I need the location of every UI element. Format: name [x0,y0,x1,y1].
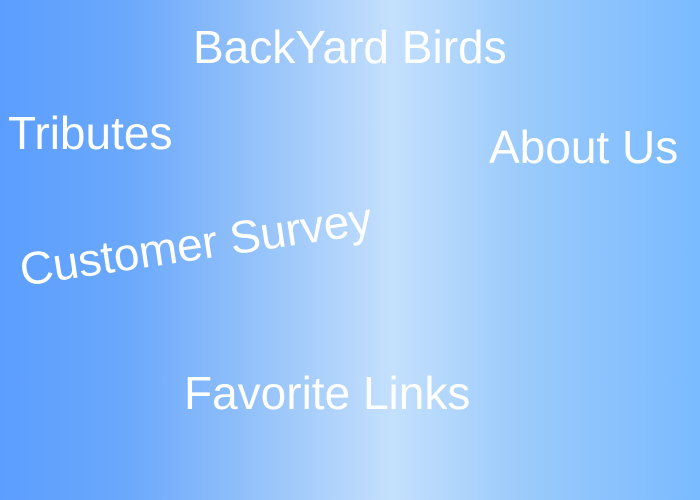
nav-link-favorite-links[interactable]: Favorite Links [184,370,470,416]
site-title-link[interactable]: BackYard Birds [193,24,507,70]
nav-link-tributes[interactable]: Tributes [8,110,172,156]
nav-link-about-us[interactable]: About Us [489,124,678,170]
nav-link-customer-survey[interactable]: Customer Survey [16,192,375,296]
page-background: BackYard Birds Tributes About Us Custome… [0,0,700,500]
